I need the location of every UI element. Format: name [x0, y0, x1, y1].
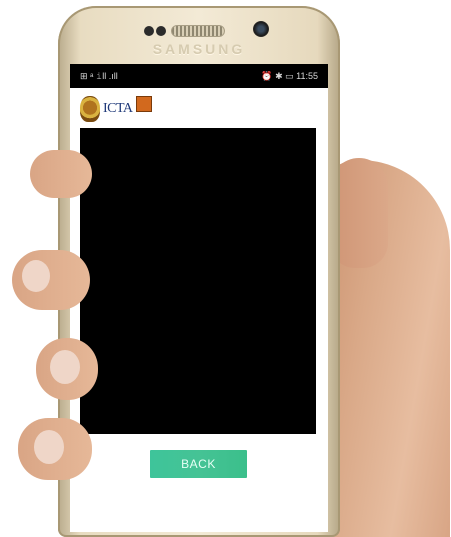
earpiece-speaker: [171, 25, 225, 37]
video-preview[interactable]: [80, 128, 316, 434]
sensor-dot: [144, 26, 154, 36]
fingernail: [22, 260, 50, 292]
status-bar: ⊞ ᵃ 𝚒ll .ıll ⏰ ✱ ▭ 11:55: [70, 64, 328, 88]
fingernail: [50, 350, 80, 384]
icta-logo-text: ICTA: [103, 101, 133, 116]
emblem-icon: [80, 96, 100, 122]
icta-square-icon: [135, 96, 152, 112]
hand-finger: [30, 150, 92, 198]
hand-finger: [36, 338, 98, 400]
hand-finger: [18, 418, 92, 480]
status-right-text: ⏰ ✱ ▭ 11:55: [261, 70, 318, 81]
brand-label: SAMSUNG: [152, 41, 246, 57]
hand-finger: [12, 250, 90, 310]
app-header-logos: ICTA: [80, 92, 152, 126]
sensor-dot: [156, 26, 166, 36]
phone-screen: ⊞ ᵃ 𝚒ll .ıll ⏰ ✱ ▭ 11:55 ICTA BACK: [70, 64, 328, 532]
status-left-text: ⊞ ᵃ 𝚒ll .ıll: [80, 70, 118, 81]
fingernail: [34, 430, 64, 464]
phone-device: SAMSUNG ⊞ ᵃ 𝚒ll .ıll ⏰ ✱ ▭ 11:55 ICTA BA…: [58, 6, 340, 537]
status-left: ⊞ ᵃ 𝚒ll .ıll: [80, 71, 118, 82]
front-camera: [253, 21, 269, 37]
icta-logo: ICTA: [103, 102, 133, 116]
back-button[interactable]: BACK: [150, 450, 247, 478]
